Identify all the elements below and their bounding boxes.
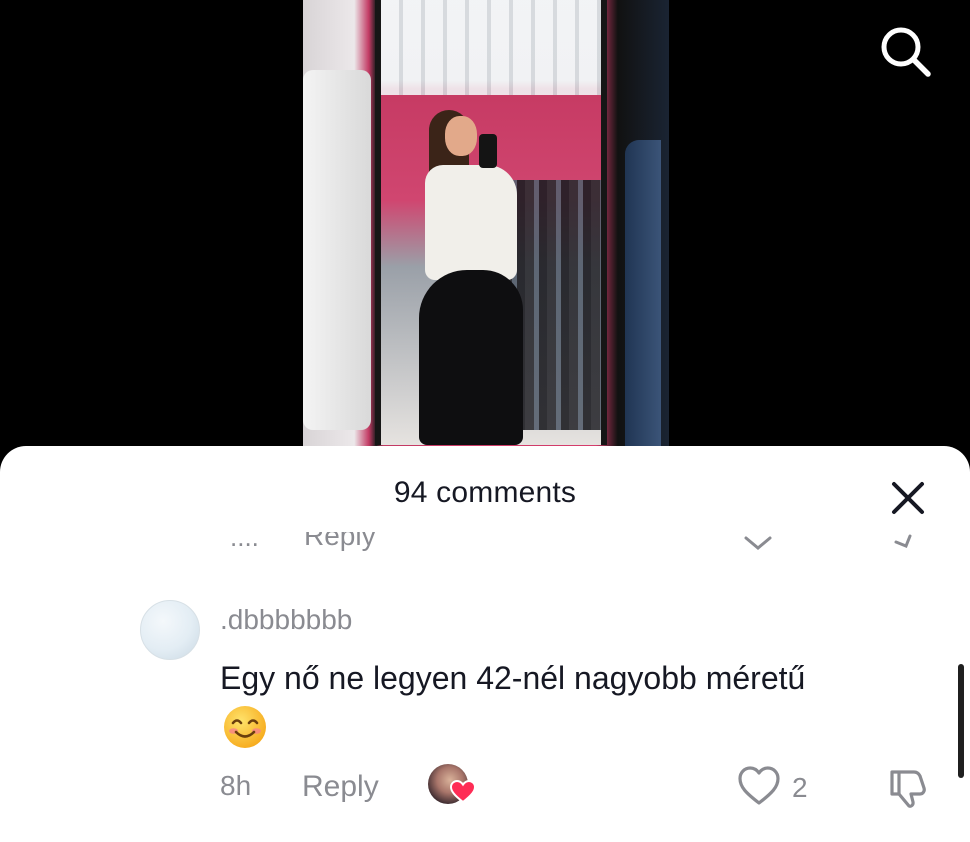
previous-reply-button[interactable]: Reply <box>304 532 376 552</box>
smiling-face-emoji-icon <box>224 706 266 748</box>
thumbs-down-icon[interactable] <box>886 532 922 550</box>
comment-meta: 8h Reply 2 <box>0 764 970 814</box>
comment-time: 8h <box>220 770 252 801</box>
close-icon[interactable] <box>886 476 930 520</box>
hanging-jacket <box>303 70 371 430</box>
tiktok-screen: 94 comments .... Reply .dbbbbbbb Egy nő … <box>0 0 970 842</box>
heart-outline-icon[interactable] <box>740 532 776 554</box>
comments-count-title: 94 comments <box>393 476 577 509</box>
store-ceiling <box>381 0 601 95</box>
avatar[interactable] <box>140 600 200 660</box>
reply-button[interactable]: Reply <box>302 770 379 804</box>
white-jacket <box>425 165 517 280</box>
black-pants <box>419 270 523 445</box>
previous-comment-time: .... <box>230 532 259 552</box>
liked-by-creator-badge <box>428 764 476 808</box>
mirror-reflection <box>375 0 607 445</box>
heart-badge-icon <box>450 780 476 804</box>
comment-text: Egy nő ne legyen 42-nél nagyobb méretű <box>220 660 806 696</box>
search-icon[interactable] <box>876 22 934 80</box>
previous-comment-tail: .... Reply <box>0 532 970 558</box>
like-count: 2 <box>792 772 808 803</box>
scrollbar[interactable] <box>958 664 964 778</box>
video-player[interactable] <box>303 0 669 470</box>
comments-sheet: 94 comments .... Reply .dbbbbbbb Egy nő … <box>0 446 970 842</box>
comments-header: 94 comments <box>0 446 970 544</box>
comment-username[interactable]: .dbbbbbbb <box>220 604 352 636</box>
thumbs-down-icon[interactable] <box>884 764 930 810</box>
phone <box>479 134 497 168</box>
head <box>445 116 477 156</box>
person-figure <box>411 110 531 445</box>
hanging-jeans <box>625 140 661 470</box>
heart-outline-icon[interactable] <box>736 764 782 808</box>
comment-item[interactable]: .dbbbbbbb Egy nő ne legyen 42-nél nagyob… <box>0 596 970 826</box>
